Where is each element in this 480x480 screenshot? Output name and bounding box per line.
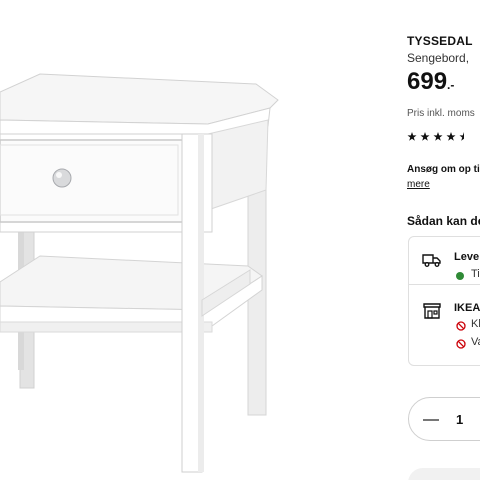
product-image (0, 73, 279, 473)
unavailable-icon (456, 339, 466, 349)
store-icon (423, 303, 441, 319)
price-decimal: .- (447, 78, 455, 92)
price-main: 699 (407, 68, 448, 95)
price-info: Pris inkl. moms (407, 108, 475, 119)
store-status-1: Kl (471, 318, 480, 330)
read-more-link[interactable]: mere (407, 179, 430, 190)
financing-text: Ansøg om op ti (407, 164, 480, 175)
quantity-value[interactable]: 1 (456, 412, 463, 427)
store-status-2: Va (471, 336, 480, 348)
product-description: Sengebord, (407, 51, 470, 65)
rating-stars[interactable] (407, 131, 480, 145)
available-dot-icon (456, 272, 464, 280)
delivery-options-box: Leve Ti IKEA Kl Va (408, 236, 480, 366)
delivery-heading: Sådan kan de (407, 214, 480, 228)
store-option-title: IKEA (454, 302, 480, 314)
half-star-icon (459, 132, 464, 141)
star-icon (433, 132, 443, 141)
star-icon (407, 132, 417, 141)
delivery-option[interactable]: Leve Ti (409, 237, 480, 284)
delivery-option-status: Ti (471, 268, 480, 280)
truck-icon (422, 254, 441, 267)
product-info-panel: TYSSEDAL Sengebord, 699.- Pris inkl. mom… (407, 0, 480, 480)
product-price: 699.- (407, 68, 454, 96)
add-to-cart-button[interactable] (408, 468, 480, 480)
star-icon (420, 132, 430, 141)
quantity-stepper: 1 (408, 397, 480, 441)
store-option[interactable]: IKEA Kl Va (409, 285, 480, 365)
delivery-option-title: Leve (454, 251, 480, 263)
quantity-decrease-button[interactable] (423, 419, 439, 421)
star-icon (446, 132, 456, 141)
product-name: TYSSEDAL (407, 34, 473, 48)
unavailable-icon (456, 321, 466, 331)
